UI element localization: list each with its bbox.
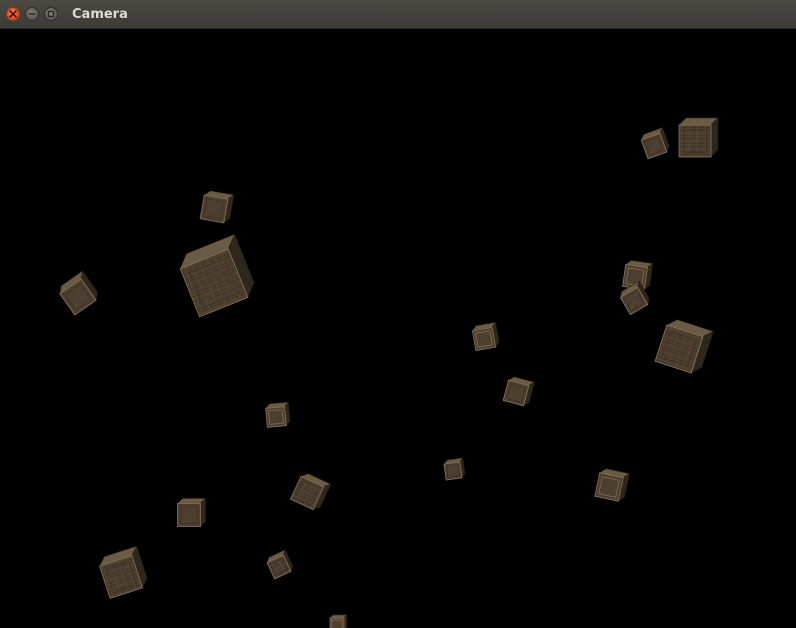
crate <box>199 190 235 224</box>
crate-side-face <box>200 497 206 528</box>
crate <box>471 321 500 352</box>
crate <box>640 126 670 160</box>
crate <box>594 468 631 502</box>
crate <box>329 614 348 628</box>
crate <box>502 376 536 407</box>
render-viewport[interactable] <box>0 29 796 628</box>
crate-side-face <box>710 117 719 158</box>
crate <box>266 548 294 580</box>
scene-canvas <box>59 117 719 628</box>
crate <box>98 545 148 599</box>
crate <box>678 117 719 158</box>
window-title: Camera <box>72 7 128 22</box>
crate <box>443 457 466 481</box>
minimize-button[interactable] <box>25 7 39 21</box>
maximize-button[interactable] <box>44 7 58 21</box>
minimize-icon <box>28 13 36 15</box>
camera-window: Camera <box>0 0 796 628</box>
close-icon <box>9 10 17 18</box>
crate <box>176 497 207 528</box>
crate <box>265 401 291 428</box>
crate <box>179 233 255 318</box>
title-bar[interactable]: Camera <box>0 0 796 29</box>
crate <box>654 319 715 374</box>
crate <box>59 270 98 316</box>
maximize-icon <box>47 10 55 18</box>
close-button[interactable] <box>6 7 20 21</box>
crate <box>289 473 332 511</box>
